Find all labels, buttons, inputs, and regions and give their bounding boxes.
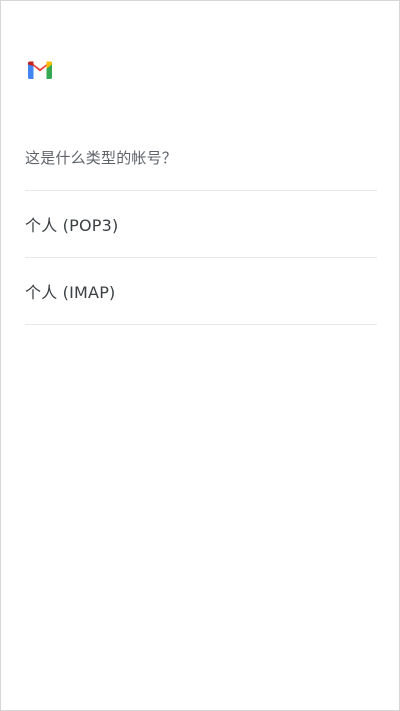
option-label: 个人 (POP3) — [25, 216, 119, 235]
divider — [25, 324, 377, 325]
account-type-screen: 这是什么类型的帐号？ 个人 (POP3) 个人 (IMAP) — [0, 0, 400, 711]
option-personal-pop3[interactable]: 个人 (POP3) — [1, 191, 399, 257]
option-label: 个人 (IMAP) — [25, 283, 116, 302]
option-personal-imap[interactable]: 个人 (IMAP) — [1, 258, 399, 324]
account-type-prompt: 这是什么类型的帐号？ — [25, 149, 178, 167]
gmail-logo-icon — [28, 61, 52, 79]
